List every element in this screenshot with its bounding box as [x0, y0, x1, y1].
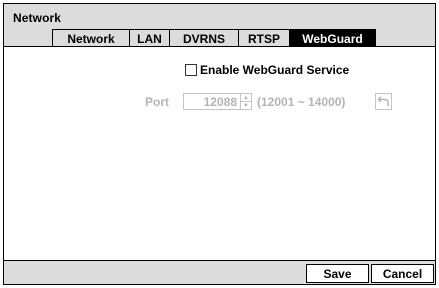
port-input[interactable]: 12088 ▲ ▼: [183, 93, 252, 110]
spin-down-icon[interactable]: ▼: [241, 102, 251, 109]
webguard-panel: Enable WebGuard Service Port 12088 ▲ ▼ (…: [4, 46, 435, 260]
spin-up-icon[interactable]: ▲: [241, 94, 251, 102]
enable-webguard-label: Enable WebGuard Service: [200, 63, 350, 77]
window-title: Network: [13, 11, 62, 25]
network-dialog: Network Network LAN DVRNS RTSP WebGuard …: [3, 3, 436, 285]
undo-arrow-icon: [378, 96, 389, 106]
save-button[interactable]: Save: [306, 264, 369, 283]
port-range-hint: (12001 ~ 14000): [257, 95, 346, 109]
enable-webguard-checkbox-row[interactable]: Enable WebGuard Service: [185, 63, 349, 77]
title-bar: Network Network LAN DVRNS RTSP WebGuard: [4, 4, 435, 48]
cancel-button[interactable]: Cancel: [371, 264, 434, 283]
button-bar: Save Cancel: [4, 260, 435, 284]
enable-webguard-checkbox[interactable]: [185, 64, 197, 76]
port-value: 12088: [203, 94, 237, 109]
port-spinner: ▲ ▼: [240, 94, 251, 109]
port-undo-button[interactable]: [375, 93, 392, 110]
port-label: Port: [145, 95, 169, 109]
